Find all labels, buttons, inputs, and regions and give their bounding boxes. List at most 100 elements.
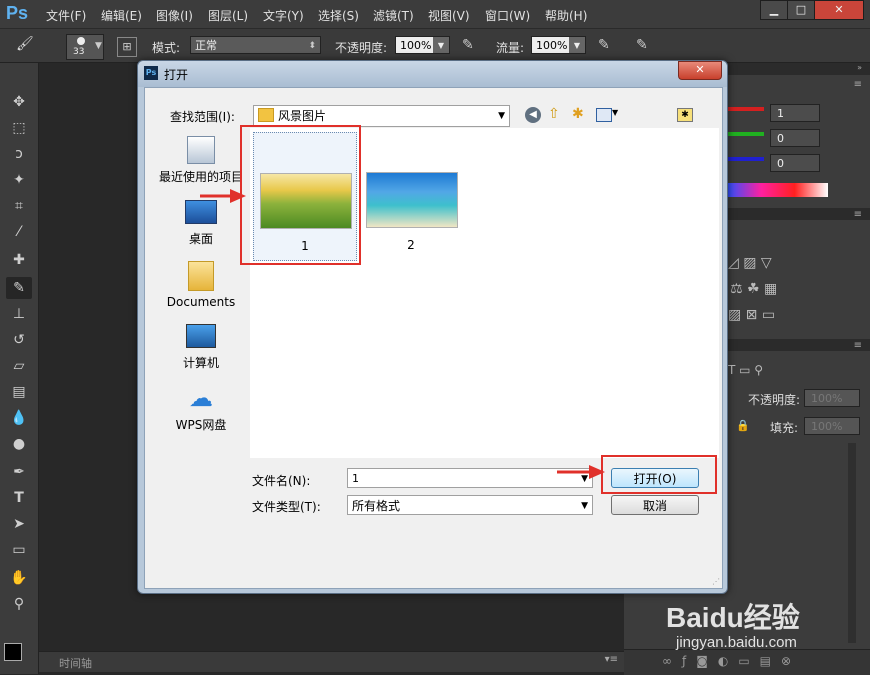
file-name: 2 — [407, 238, 415, 252]
maximize-button[interactable]: □ — [787, 0, 815, 20]
look-in-select[interactable]: 风景图片 ▼ — [253, 105, 510, 127]
dialog-title: 打开 — [164, 68, 189, 82]
menu-window[interactable]: 窗口(W) — [485, 7, 530, 24]
timeline-label[interactable]: 时间轴 — [59, 655, 92, 671]
place-label: Documents — [166, 295, 236, 309]
shape-tool-icon[interactable]: ▭ — [6, 539, 32, 561]
menu-type[interactable]: 文字(Y) — [263, 7, 304, 24]
cancel-button[interactable]: 取消 — [611, 495, 699, 515]
menu-view[interactable]: 视图(V) — [428, 7, 470, 24]
layer-actions-icons[interactable]: ∞ƒ◙◐▭▤⊗ — [662, 654, 801, 668]
panel-menu-icon[interactable]: ≡ — [854, 209, 862, 220]
green-slider[interactable] — [728, 132, 764, 136]
favorites-icon[interactable]: ✱ — [677, 108, 693, 122]
blue-value-input[interactable]: 0 — [770, 154, 820, 172]
layer-filter-icons[interactable]: T ▭ ⚲ — [728, 363, 763, 377]
filetype-select[interactable]: 所有格式 ▼ — [347, 495, 593, 515]
layer-fill-input[interactable]: 100% — [804, 417, 860, 435]
back-icon[interactable]: ◀ — [525, 107, 541, 123]
dialog-body: 查找范围(I): 风景图片 ▼ ◀ ⇧ ✱ ▼ ✱ 最近使用的项目 桌面 Doc… — [144, 87, 723, 589]
crop-tool-icon[interactable]: ⌗ — [6, 195, 32, 217]
dialog-titlebar[interactable]: Ps 打开 ✕ — [138, 61, 727, 87]
collapse-icon[interactable]: » — [857, 63, 862, 72]
panel-menu-icon[interactable]: ▾≡ — [605, 654, 618, 665]
layer-opacity-input[interactable]: 100% — [804, 389, 860, 407]
menu-edit[interactable]: 编辑(E) — [101, 7, 142, 24]
place-desktop[interactable]: 桌面 — [158, 200, 244, 247]
brush-tool-icon[interactable]: ✎ — [6, 277, 32, 299]
lock-icon[interactable]: 🔒 — [736, 419, 750, 432]
thumbnail-image — [366, 172, 458, 228]
dodge-tool-icon[interactable]: ● — [6, 433, 32, 455]
resize-grip-icon[interactable]: ⋰ — [712, 577, 720, 586]
clone-stamp-tool-icon[interactable]: ⊥ — [6, 303, 32, 325]
new-folder-icon[interactable]: ✱ — [572, 106, 584, 122]
green-value-input[interactable]: 0 — [770, 129, 820, 147]
gradient-tool-icon[interactable]: ▤ — [6, 381, 32, 403]
flow-input[interactable]: 100% ▼ — [531, 36, 586, 54]
menu-layer[interactable]: 图层(L) — [208, 7, 248, 24]
lasso-tool-icon[interactable]: ↄ — [6, 143, 32, 165]
cloud-icon: ☁ — [189, 384, 213, 412]
pressure-size-icon[interactable]: ✎ — [636, 37, 648, 53]
look-in-value: 风景图片 — [278, 109, 327, 123]
options-bar: 🖌 33 ▼ ⊞ 模式: 正常 ⬍ 不透明度: 100% ▼ ✎ 流量: 100… — [0, 29, 870, 63]
move-tool-icon[interactable]: ✥ — [6, 91, 32, 113]
up-folder-icon[interactable]: ⇧ — [548, 106, 560, 122]
opacity-input[interactable]: 100% ▼ — [395, 36, 450, 54]
brush-tool-icon[interactable]: 🖌 — [16, 36, 46, 56]
panel-menu-icon[interactable]: ≡ — [854, 79, 862, 90]
foreground-color-swatch[interactable] — [4, 643, 22, 661]
blur-tool-icon[interactable]: 💧 — [6, 407, 32, 429]
marquee-tool-icon[interactable]: ⬚ — [6, 117, 32, 139]
layers-scrollbar[interactable] — [848, 443, 856, 643]
chevron-down-icon[interactable]: ▼ — [612, 108, 618, 117]
brush-panel-toggle-icon[interactable]: ⊞ — [117, 37, 137, 57]
healing-brush-tool-icon[interactable]: ✚ — [6, 249, 32, 271]
zoom-tool-icon[interactable]: ⚲ — [6, 593, 32, 615]
filetype-value: 所有格式 — [352, 499, 401, 513]
adjustment-curves-icon[interactable]: ◿ ▨ ▽ — [728, 255, 772, 271]
pen-tool-icon[interactable]: ✒ — [6, 461, 32, 483]
history-brush-tool-icon[interactable]: ↺ — [6, 329, 32, 351]
pressure-opacity-icon[interactable]: ✎ — [462, 37, 474, 53]
brush-preset-picker[interactable]: 33 ▼ — [66, 34, 104, 60]
menu-image[interactable]: 图像(I) — [156, 7, 193, 24]
opacity-label: 不透明度: — [335, 41, 388, 55]
mode-select[interactable]: 正常 ⬍ — [190, 36, 321, 54]
documents-folder-icon — [188, 261, 214, 291]
chevron-down-icon[interactable]: ▼ — [433, 37, 449, 53]
place-computer[interactable]: 计算机 — [158, 324, 244, 371]
dialog-close-button[interactable]: ✕ — [678, 61, 722, 80]
color-ramp[interactable] — [728, 183, 828, 197]
adjustment-invert-icon[interactable]: ▨ ⊠ ▭ — [728, 307, 775, 323]
type-tool-icon[interactable]: T — [6, 487, 32, 509]
view-menu-icon[interactable] — [596, 108, 612, 122]
red-value-input[interactable]: 1 — [770, 104, 820, 122]
menu-filter[interactable]: 滤镜(T) — [373, 7, 414, 24]
file-item-2[interactable]: 2 — [360, 132, 462, 259]
highlight-box-open — [601, 455, 717, 494]
place-wps-cloud[interactable]: ☁ WPS网盘 — [158, 386, 244, 433]
menu-help[interactable]: 帮助(H) — [545, 7, 587, 24]
hand-tool-icon[interactable]: ✋ — [6, 567, 32, 589]
menu-file[interactable]: 文件(F) — [46, 7, 86, 24]
quick-select-tool-icon[interactable]: ✦ — [6, 169, 32, 191]
chevron-down-icon[interactable]: ▼ — [569, 37, 585, 53]
place-label: 最近使用的项目 — [158, 170, 243, 184]
watermark-url: jingyan.baidu.com — [676, 634, 797, 651]
close-button[interactable]: ✕ — [814, 0, 864, 20]
eraser-tool-icon[interactable]: ▱ — [6, 355, 32, 377]
panel-menu-icon[interactable]: ≡ — [854, 340, 862, 351]
airbrush-icon[interactable]: ✎ — [598, 37, 610, 53]
menu-select[interactable]: 选择(S) — [318, 7, 359, 24]
minimize-button[interactable]: ▁ — [760, 0, 788, 20]
mode-value: 正常 — [195, 39, 217, 52]
adjustment-balance-icon[interactable]: ⚖ ☘ ▦ — [730, 281, 777, 297]
place-recent[interactable]: 最近使用的项目 — [158, 136, 244, 185]
eyedropper-tool-icon[interactable]: ⁄ — [6, 221, 32, 243]
blue-slider[interactable] — [728, 157, 764, 161]
place-documents[interactable]: Documents — [158, 261, 244, 309]
path-select-tool-icon[interactable]: ➤ — [6, 513, 32, 535]
red-slider[interactable] — [728, 107, 764, 111]
